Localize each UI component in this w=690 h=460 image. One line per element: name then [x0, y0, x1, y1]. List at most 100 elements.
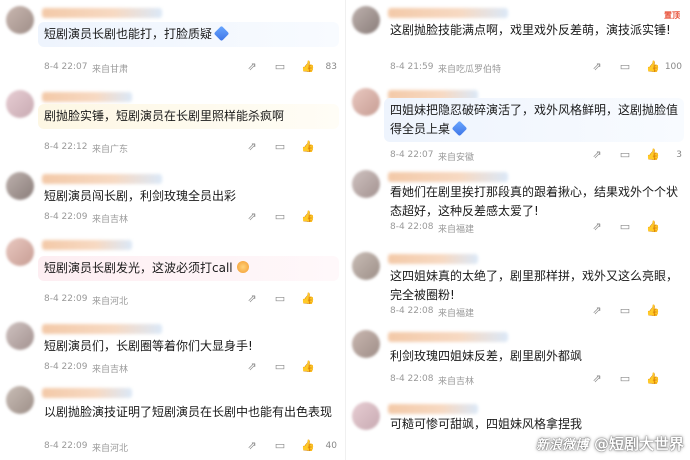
avatar[interactable]	[352, 252, 380, 280]
like-icon[interactable]: 👍	[301, 439, 315, 453]
avatar[interactable]	[6, 322, 34, 350]
comment-meta: 8-4 22:07 来自甘肃 ⇗ ▭ 👍 83	[44, 60, 337, 76]
comment-text: 短剧演员闯长剧，利剑玫瑰全员出彩	[38, 184, 339, 209]
username-blurred[interactable]	[388, 8, 508, 18]
avatar[interactable]	[352, 6, 380, 34]
like-icon[interactable]: 👍	[301, 210, 315, 224]
comment-time: 8-4 22:09	[44, 212, 88, 222]
reply-icon[interactable]: ▭	[273, 60, 287, 74]
reply-icon[interactable]: ▭	[273, 140, 287, 154]
comment-time: 8-4 22:08	[390, 222, 434, 232]
comment-time: 8-4 22:09	[44, 441, 88, 451]
reply-icon[interactable]: ▭	[273, 210, 287, 224]
avatar[interactable]	[352, 330, 380, 358]
comment-time: 8-4 22:07	[390, 150, 434, 160]
diamond-emoji-icon	[451, 120, 468, 137]
comment-text: 这四姐妹真的太绝了，剧里那样拼，戏外又这么亮眼，完全被圈粉!	[384, 264, 684, 308]
comment-item: 短剧演员长剧也能打，打脸质疑 8-4 22:07 来自甘肃 ⇗ ▭ 👍 83	[0, 2, 345, 86]
comment-text-content: 以剧抛脸演技证明了短剧演员在长剧中也能有出色表现	[44, 405, 333, 419]
comment-meta: 8-4 22:09 来自河北 ⇗ ▭ 👍 40	[44, 439, 337, 455]
username-blurred[interactable]	[388, 254, 478, 264]
username-blurred[interactable]	[42, 388, 132, 398]
comment-location: 来自福建	[438, 309, 475, 319]
comment-text: 以剧抛脸演技证明了短剧演员在长剧中也能有出色表现	[38, 400, 339, 425]
like-icon[interactable]: 👍	[301, 140, 315, 154]
comment-location: 来自吉林	[438, 377, 475, 387]
comment-text-content: 四姐妹把隐忍破碎演活了，戏外风格鲜明，这剧抛脸值得全员上桌	[390, 103, 679, 136]
comment-meta: 8-4 21:59 来自吃瓜罗伯特 ⇗ ▭ 👍 100	[390, 60, 682, 76]
avatar[interactable]	[352, 402, 380, 430]
comment-location: 来自河北	[92, 444, 129, 454]
comment-text-content: 短剧演员长剧也能打，打脸质疑	[44, 27, 213, 41]
comment-text: 利剑玫瑰四姐妹反差，剧里剧外都飒	[384, 344, 684, 369]
avatar[interactable]	[352, 88, 380, 116]
comment-text: 短剧演员们，长剧圈等着你们大显身手!	[38, 334, 339, 359]
share-icon[interactable]: ⇗	[245, 439, 259, 453]
reply-icon[interactable]: ▭	[618, 372, 632, 386]
comment-text-content: 可糙可惨可甜飒，四姐妹风格拿捏我	[390, 417, 583, 431]
comment-text: 短剧演员长剧也能打，打脸质疑	[38, 22, 339, 47]
share-icon[interactable]: ⇗	[590, 220, 604, 234]
avatar[interactable]	[6, 90, 34, 118]
like-icon[interactable]: 👍	[646, 60, 660, 74]
like-icon[interactable]: 👍	[646, 220, 660, 234]
reply-icon[interactable]: ▭	[273, 360, 287, 374]
reply-icon[interactable]: ▭	[618, 148, 632, 162]
reply-icon[interactable]: ▭	[618, 304, 632, 318]
left-comment-column: 短剧演员长剧也能打，打脸质疑 8-4 22:07 来自甘肃 ⇗ ▭ 👍 83 剧抛…	[0, 0, 345, 460]
comment-text: 剧抛脸实锤，短剧演员在长剧里照样能杀疯啊	[38, 104, 339, 129]
comment-time: 8-4 22:07	[44, 62, 88, 72]
watermark-handle: @短剧大世界	[593, 435, 684, 453]
like-icon[interactable]: 👍	[301, 360, 315, 374]
like-icon[interactable]: 👍	[301, 292, 315, 306]
username-blurred[interactable]	[42, 8, 162, 18]
like-icon[interactable]: 👍	[646, 372, 660, 386]
username-blurred[interactable]	[42, 174, 162, 184]
comment-meta: 8-4 22:08 来自福建 ⇗ ▭ 👍	[390, 304, 682, 320]
username-blurred[interactable]	[388, 332, 508, 342]
avatar[interactable]	[6, 6, 34, 34]
like-count: 83	[325, 62, 337, 72]
comment-meta: 8-4 22:09 来自吉林 ⇗ ▭ 👍	[44, 210, 337, 226]
comment-location: 来自吉林	[92, 365, 129, 375]
share-icon[interactable]: ⇗	[590, 60, 604, 74]
comment-text-content: 短剧演员长剧发光，这波必须打call	[44, 261, 233, 275]
comment-text-content: 剧抛脸实锤，短剧演员在长剧里照样能杀疯啊	[44, 109, 285, 123]
comment-item: 短剧演员长剧发光，这波必须打call 8-4 22:09 来自河北 ⇗ ▭ 👍	[0, 234, 345, 318]
reply-icon[interactable]: ▭	[273, 292, 287, 306]
username-blurred[interactable]	[42, 240, 132, 250]
avatar[interactable]	[352, 170, 380, 198]
comment-time: 8-4 22:09	[44, 294, 88, 304]
comment-location: 来自河北	[92, 297, 129, 307]
share-icon[interactable]: ⇗	[245, 292, 259, 306]
avatar[interactable]	[6, 238, 34, 266]
right-comment-column: 置顶 这剧抛脸技能满点啊，戏里戏外反差萌，演技派实锤! 8-4 21:59 来自吃…	[345, 0, 690, 460]
reply-icon[interactable]: ▭	[273, 439, 287, 453]
like-icon[interactable]: 👍	[646, 304, 660, 318]
share-icon[interactable]: ⇗	[245, 60, 259, 74]
username-blurred[interactable]	[42, 324, 162, 334]
share-icon[interactable]: ⇗	[590, 372, 604, 386]
avatar[interactable]	[6, 386, 34, 414]
comment-text: 短剧演员长剧发光，这波必须打call	[38, 256, 339, 281]
share-icon[interactable]: ⇗	[245, 140, 259, 154]
avatar[interactable]	[6, 172, 34, 200]
comment-text-content: 短剧演员们，长剧圈等着你们大显身手!	[44, 339, 253, 353]
share-icon[interactable]: ⇗	[245, 360, 259, 374]
comment-text: 这剧抛脸技能满点啊，戏里戏外反差萌，演技派实锤!	[384, 18, 684, 43]
comment-text: 四姐妹把隐忍破碎演活了，戏外风格鲜明，这剧抛脸值得全员上桌	[384, 98, 684, 142]
share-icon[interactable]: ⇗	[590, 148, 604, 162]
share-icon[interactable]: ⇗	[590, 304, 604, 318]
username-blurred[interactable]	[42, 92, 132, 102]
like-icon[interactable]: 👍	[646, 148, 660, 162]
comment-text-content: 看她们在剧里挨打那段真的跟着揪心，结果戏外个个状态超好，这种反差感太爱了!	[390, 185, 679, 218]
comment-location: 来自甘肃	[92, 65, 129, 75]
comment-item: 这四姐妹真的太绝了，剧里那样拼，戏外又这么亮眼，完全被圈粉! 8-4 22:08…	[346, 248, 690, 332]
comment-text: 看她们在剧里挨打那段真的跟着揪心，结果戏外个个状态超好，这种反差感太爱了!	[384, 180, 684, 224]
reply-icon[interactable]: ▭	[618, 60, 632, 74]
share-icon[interactable]: ⇗	[245, 210, 259, 224]
comment-location: 来自福建	[438, 225, 475, 235]
reply-icon[interactable]: ▭	[618, 220, 632, 234]
comment-meta: 8-4 22:12 来自广东 ⇗ ▭ 👍	[44, 140, 337, 156]
like-icon[interactable]: 👍	[301, 60, 315, 74]
